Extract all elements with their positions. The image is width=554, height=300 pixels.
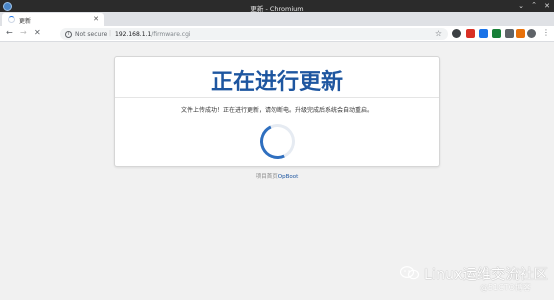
tab-label: 更新 bbox=[19, 18, 32, 25]
extension-green-icon[interactable] bbox=[492, 29, 501, 38]
forward-arrow-icon[interactable]: → bbox=[20, 28, 27, 37]
extension-circle-icon[interactable] bbox=[452, 29, 461, 38]
page-viewport: 正在进行更新 文件上传成功！正在进行更新，请勿断电。升级完成后系统会自动重启。 … bbox=[0, 42, 554, 300]
address-separator: | bbox=[109, 30, 112, 37]
loading-spinner bbox=[255, 119, 300, 164]
tab-close-icon[interactable]: ✕ bbox=[93, 15, 99, 23]
back-arrow-icon[interactable]: ← bbox=[6, 28, 13, 37]
tab-strip: 更新 ✕ + bbox=[0, 12, 554, 36]
maximize-icon[interactable]: ⌃ bbox=[531, 1, 537, 9]
watermark-sub: @51CTO博客 bbox=[480, 283, 531, 292]
info-icon[interactable]: i bbox=[65, 30, 72, 38]
page-footer: 项目首页OpBoot bbox=[0, 172, 554, 180]
stop-loading-icon[interactable]: ✕ bbox=[34, 28, 41, 37]
window-titlebar: 更新 - Chromium ⌄ ⌃ ✕ bbox=[0, 0, 554, 13]
tab-update[interactable]: 更新 ✕ bbox=[2, 13, 104, 26]
account-avatar-icon[interactable] bbox=[527, 29, 536, 38]
security-label[interactable]: Not secure bbox=[75, 31, 107, 38]
url-text[interactable]: 192.168.1.1/firmware.cgi bbox=[115, 31, 191, 38]
update-heading: 正在进行更新 bbox=[210, 70, 343, 95]
url-host: 192.168.1.1 bbox=[115, 31, 152, 38]
update-message: 文件上传成功！正在进行更新，请勿断电。升级完成后系统会自动重启。 bbox=[180, 107, 373, 114]
loading-spinner-icon bbox=[8, 16, 15, 23]
menu-kebab-icon[interactable]: ⋮ bbox=[542, 28, 550, 37]
browser-toolbar: ← → ✕ i Not secure | 192.168.1.1/firmwar… bbox=[0, 26, 554, 42]
address-bar[interactable]: i Not secure | 192.168.1.1/firmware.cgi … bbox=[60, 28, 448, 40]
wechat-icon bbox=[400, 266, 420, 280]
extension-office-icon[interactable] bbox=[516, 29, 525, 38]
footer-link-opboot[interactable]: OpBoot bbox=[278, 174, 298, 180]
close-window-icon[interactable]: ✕ bbox=[544, 2, 550, 10]
bookmark-star-icon[interactable]: ☆ bbox=[435, 29, 442, 38]
extension-grey-icon[interactable] bbox=[505, 29, 514, 38]
extension-blue-icon[interactable] bbox=[479, 29, 488, 38]
watermark-text: Linux运维交流社区 bbox=[424, 267, 548, 283]
window-title: 更新 - Chromium bbox=[250, 4, 304, 13]
update-card: 正在进行更新 文件上传成功！正在进行更新，请勿断电。升级完成后系统会自动重启。 bbox=[114, 56, 440, 167]
card-divider bbox=[115, 97, 439, 98]
minimize-icon[interactable]: ⌄ bbox=[518, 2, 524, 10]
extension-shield-icon[interactable] bbox=[466, 29, 475, 38]
footer-prefix: 项目首页 bbox=[255, 174, 278, 180]
url-path: /firmware.cgi bbox=[151, 31, 191, 38]
